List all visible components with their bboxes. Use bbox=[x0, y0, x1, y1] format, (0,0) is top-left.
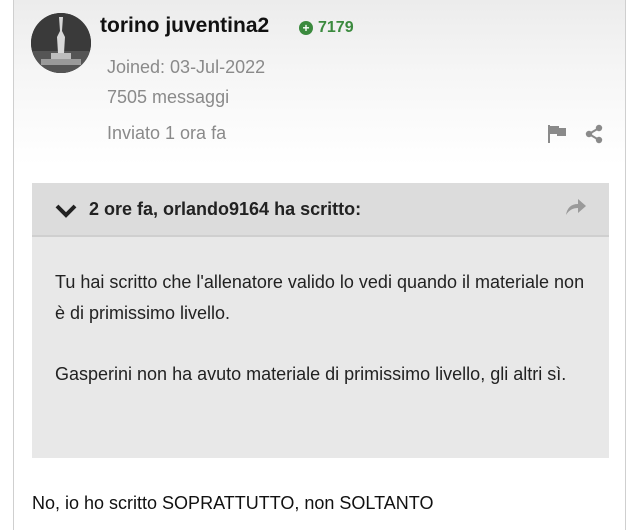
quote-body: Tu hai scritto che l'allenatore valido l… bbox=[55, 267, 595, 420]
reputation-count: 7179 bbox=[318, 19, 354, 36]
message-count: 7505 messaggi bbox=[107, 87, 230, 107]
avatar[interactable] bbox=[31, 13, 91, 73]
posted-time[interactable]: Inviato 1 ora fa bbox=[107, 121, 226, 145]
quote-paragraph: Gasperini non ha avuto materiale di prim… bbox=[55, 364, 567, 384]
reputation-badge: + 7179 bbox=[299, 16, 354, 40]
reply-arrow-icon[interactable] bbox=[565, 197, 587, 217]
plus-circle-icon: + bbox=[299, 21, 313, 35]
flag-icon[interactable] bbox=[546, 124, 568, 144]
share-icon[interactable] bbox=[584, 124, 604, 144]
quote-paragraph: Tu hai scritto che l'allenatore valido l… bbox=[55, 272, 585, 323]
quote-citation[interactable]: 2 ore fa, orlando9164 ha scritto: bbox=[89, 196, 361, 222]
post-header: torino juventina2 + 7179 Joined: 03-Jul-… bbox=[14, 0, 625, 165]
joined-date: Joined: 03-Jul-2022 bbox=[107, 57, 266, 77]
chevron-down-icon[interactable] bbox=[54, 201, 78, 219]
quote-header[interactable]: 2 ore fa, orlando9164 ha scritto: bbox=[32, 183, 609, 237]
quote-block: 2 ore fa, orlando9164 ha scritto: Tu hai… bbox=[32, 183, 609, 458]
post-body-text: No, io ho scritto SOPRATTUTTO, non SOLTA… bbox=[32, 493, 434, 513]
forum-post: torino juventina2 + 7179 Joined: 03-Jul-… bbox=[13, 0, 626, 530]
author-name[interactable]: torino juventina2 bbox=[100, 12, 269, 40]
